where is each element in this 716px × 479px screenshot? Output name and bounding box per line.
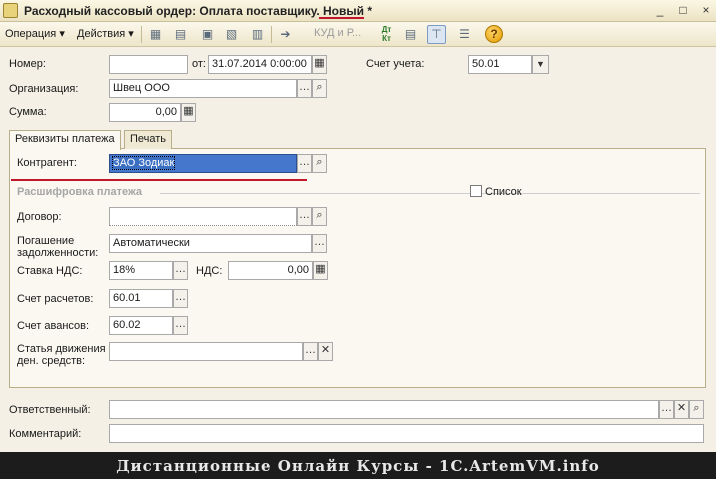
cashflow-field[interactable] <box>109 342 303 361</box>
sum-field[interactable]: 0,00 <box>109 103 181 122</box>
window-title-text: Расходный кассовый ордер: Оплата поставщ… <box>24 4 320 18</box>
vat-rate-label: Ставка НДС: <box>17 265 83 277</box>
number-label: Номер: <box>9 58 46 70</box>
help-icon[interactable]: ? <box>485 25 503 43</box>
contract-select-button[interactable]: … <box>297 207 312 226</box>
search-icon[interactable]: ⌕ <box>312 154 327 173</box>
cashflow-select-button[interactable]: … <box>303 342 318 361</box>
advance-select-button[interactable]: … <box>173 316 188 335</box>
list-label: Список <box>485 186 522 198</box>
kud-button[interactable]: КУД и Р... <box>314 27 361 39</box>
list-checkbox[interactable] <box>470 185 482 197</box>
report-icon[interactable]: ▤ <box>401 25 420 44</box>
toolbar-separator <box>271 26 272 43</box>
actions-menu[interactable]: Действия ▾ <box>77 27 134 40</box>
counterparty-value: ЗАО Зодиак <box>111 156 176 170</box>
responsible-select-button[interactable]: … <box>659 400 674 419</box>
number-field[interactable] <box>109 55 188 74</box>
calculator-icon[interactable]: ▦ <box>313 261 328 280</box>
dt-kt-icon[interactable]: Дт Кт <box>377 25 396 44</box>
settlement-label: Счет расчетов: <box>17 293 94 305</box>
search-icon[interactable]: ⌕ <box>312 207 327 226</box>
search-icon[interactable]: ⌕ <box>312 79 327 98</box>
calendar-icon[interactable]: ▦ <box>312 55 327 74</box>
window-title: Расходный кассовый ордер: Оплата поставщ… <box>24 4 372 18</box>
debt-select-button[interactable]: … <box>312 234 327 253</box>
breakdown-title: Расшифровка платежа <box>17 186 143 198</box>
minimize-button[interactable]: _ <box>652 3 668 18</box>
toolbar-separator <box>141 26 142 43</box>
maximize-button[interactable]: □ <box>675 3 691 18</box>
counterparty-field[interactable]: ЗАО Зодиак <box>109 154 297 173</box>
contract-field[interactable] <box>109 207 297 226</box>
comment-field[interactable] <box>109 424 704 443</box>
structure-icon[interactable]: ⊤ <box>427 25 446 44</box>
list-icon[interactable]: ☰ <box>455 25 474 44</box>
date-prefix-label: от: <box>192 58 206 70</box>
org-select-button[interactable]: … <box>297 79 312 98</box>
chevron-down-icon[interactable]: ▼ <box>532 55 549 74</box>
counterparty-label: Контрагент: <box>17 157 77 169</box>
org-field[interactable]: Швец ООО <box>109 79 297 98</box>
vat-rate-select-button[interactable]: … <box>173 261 188 280</box>
date-field[interactable]: 31.07.2014 0:00:00 <box>208 55 312 74</box>
search-icon[interactable]: ⌕ <box>689 400 704 419</box>
operation-menu[interactable]: Операция ▾ <box>5 27 65 40</box>
comment-label: Комментарий: <box>9 428 82 440</box>
debt-field[interactable]: Автоматически <box>109 234 312 253</box>
clear-icon[interactable]: ✕ <box>674 400 689 419</box>
vat-rate-field[interactable]: 18% <box>109 261 173 280</box>
copy-icon[interactable]: ▥ <box>248 25 267 44</box>
counterparty-underline <box>11 179 307 181</box>
counterparty-select-button[interactable]: … <box>297 154 312 173</box>
tab-print[interactable]: Печать <box>124 130 173 149</box>
settlement-select-button[interactable]: … <box>173 289 188 308</box>
account-label: Счет учета: <box>366 58 425 70</box>
group-divider <box>160 193 700 194</box>
go-to-icon[interactable]: ➔ <box>276 25 295 44</box>
vat-label: НДС: <box>196 265 223 277</box>
advance-field[interactable]: 60.02 <box>109 316 173 335</box>
debt-label: Погашение задолженности: <box>17 235 99 259</box>
contract-label: Договор: <box>17 211 62 223</box>
cashflow-label: Статья движения ден. средств: <box>17 343 106 367</box>
close-button[interactable]: × <box>698 3 714 18</box>
tab-payment-details[interactable]: Реквизиты платежа <box>9 130 121 150</box>
responsible-label: Ответственный: <box>9 404 91 416</box>
responsible-field[interactable] <box>109 400 659 419</box>
banner-text: Дистанционные Онлайн Курсы - 1C.ArtemVM.… <box>116 457 600 475</box>
calculator-icon[interactable]: ▦ <box>181 103 196 122</box>
org-label: Организация: <box>9 83 79 95</box>
status-underline <box>319 17 364 19</box>
sum-label: Сумма: <box>9 106 47 118</box>
settlement-field[interactable]: 60.01 <box>109 289 173 308</box>
account-field[interactable]: 50.01 <box>468 55 532 74</box>
advance-label: Счет авансов: <box>17 320 90 332</box>
clear-icon[interactable]: ✕ <box>318 342 333 361</box>
save-icon[interactable]: ▣ <box>198 25 217 44</box>
post-document-icon[interactable]: ▦ <box>146 25 165 44</box>
vat-field[interactable]: 0,00 <box>228 261 313 280</box>
new-document-icon[interactable]: ▧ <box>222 25 241 44</box>
cancel-post-icon[interactable]: ▤ <box>171 25 190 44</box>
document-icon <box>3 3 18 18</box>
window-status: Новый * <box>323 4 373 18</box>
